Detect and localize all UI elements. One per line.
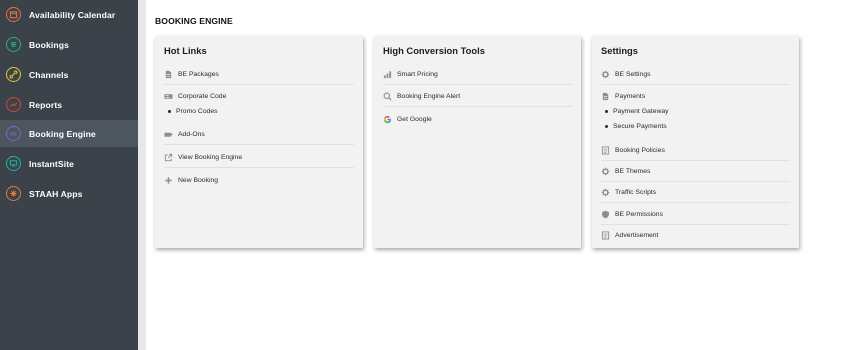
- link-label: Payment Gateway: [613, 108, 669, 115]
- sidebar-item-availability-calendar[interactable]: Availability Calendar: [0, 1, 138, 28]
- corporate-code-link[interactable]: Corporate Code: [164, 86, 354, 107]
- hot-links-card: Hot Links BE Packages Corporate Code Pro…: [155, 36, 363, 248]
- sidebar: Availability Calendar Bookings Channels …: [0, 0, 138, 350]
- be-settings-link[interactable]: BE Settings: [601, 64, 790, 85]
- payment-gateway-link[interactable]: Payment Gateway: [605, 105, 669, 118]
- be-permissions-link[interactable]: BE Permissions: [601, 204, 790, 225]
- link-label: Add-Ons: [178, 131, 205, 138]
- add-ons-link[interactable]: Add-Ons: [164, 124, 354, 145]
- calendar-icon: [6, 7, 21, 22]
- high-conversion-tools-card: High Conversion Tools Smart Pricing Book…: [374, 36, 581, 248]
- bookings-icon: [6, 37, 21, 52]
- document-icon: [601, 92, 610, 101]
- gear-icon: [601, 188, 610, 197]
- link-label: Secure Payments: [613, 123, 667, 130]
- google-icon: [383, 115, 392, 124]
- gear-icon: [601, 70, 610, 79]
- link-label: Booking Engine Alert: [397, 93, 461, 100]
- sidebar-item-staah-apps[interactable]: STAAH Apps: [0, 180, 138, 207]
- bullet: [605, 110, 608, 113]
- card-title: Settings: [601, 45, 638, 56]
- card-title: High Conversion Tools: [383, 45, 485, 56]
- bullet: [605, 125, 608, 128]
- sidebar-item-label: Reports: [29, 99, 63, 110]
- traffic-scripts-link[interactable]: Traffic Scripts: [601, 182, 790, 203]
- svg-text:BE: BE: [10, 131, 16, 136]
- sidebar-item-instantsite[interactable]: InstantSite: [0, 150, 138, 177]
- link-label: Corporate Code: [178, 93, 227, 100]
- link-icon: [6, 67, 21, 82]
- apps-icon: [6, 186, 21, 201]
- link-label: Smart Pricing: [397, 71, 438, 78]
- link-label: New Booking: [178, 177, 219, 184]
- link-label: Payments: [615, 93, 646, 100]
- smart-pricing-link[interactable]: Smart Pricing: [383, 64, 572, 85]
- be-themes-link[interactable]: BE Themes: [601, 161, 790, 182]
- policy-icon: [601, 231, 610, 240]
- pricing-icon: [383, 70, 392, 79]
- booking-policies-link[interactable]: Booking Policies: [601, 140, 790, 161]
- settings-card: Settings BE Settings Payments Payment Ga…: [592, 36, 799, 248]
- sidebar-gutter: [138, 0, 146, 350]
- sidebar-item-label: Availability Calendar: [29, 9, 116, 20]
- page-title: BOOKING ENGINE: [155, 16, 233, 26]
- bullet: [168, 110, 171, 113]
- id-card-icon: [164, 92, 173, 101]
- sidebar-item-reports[interactable]: Reports: [0, 91, 138, 118]
- reports-icon: [6, 97, 21, 112]
- gear-icon: [601, 167, 610, 176]
- payments-link[interactable]: Payments: [601, 86, 790, 107]
- get-google-link[interactable]: Get Google: [383, 109, 572, 130]
- link-label: BE Packages: [178, 71, 219, 78]
- sidebar-item-label: Bookings: [29, 39, 69, 50]
- be-packages-link[interactable]: BE Packages: [164, 64, 354, 85]
- booking-engine-alert-link[interactable]: Booking Engine Alert: [383, 86, 572, 107]
- link-label: BE Themes: [615, 168, 651, 175]
- link-label: Booking Policies: [615, 147, 665, 154]
- sidebar-item-channels[interactable]: Channels: [0, 61, 138, 88]
- plus-icon: [164, 176, 173, 185]
- external-link-icon: [164, 153, 173, 162]
- advertisement-link[interactable]: Advertisement: [601, 225, 790, 246]
- view-booking-engine-link[interactable]: View Booking Engine: [164, 147, 354, 168]
- magnifier-icon: [383, 92, 392, 101]
- policy-icon: [601, 146, 610, 155]
- link-label: View Booking Engine: [178, 154, 243, 161]
- sidebar-item-label: Booking Engine: [29, 128, 96, 139]
- monitor-icon: [6, 156, 21, 171]
- secure-payments-link[interactable]: Secure Payments: [605, 120, 667, 133]
- shield-icon: [601, 210, 610, 219]
- link-label: Traffic Scripts: [615, 189, 657, 196]
- sidebar-item-label: InstantSite: [29, 158, 75, 169]
- link-label: Advertisement: [615, 232, 659, 239]
- sidebar-item-label: STAAH Apps: [29, 188, 83, 199]
- link-label: Promo Codes: [176, 108, 218, 115]
- sidebar-item-booking-engine[interactable]: BE Booking Engine: [0, 120, 138, 147]
- add-ons-icon: [164, 130, 173, 139]
- link-label: Get Google: [397, 116, 432, 123]
- main-content: BOOKING ENGINE Hot Links BE Packages Cor…: [146, 0, 865, 350]
- link-label: BE Permissions: [615, 211, 663, 218]
- promo-codes-link[interactable]: Promo Codes: [168, 105, 218, 118]
- card-title: Hot Links: [164, 45, 207, 56]
- link-label: BE Settings: [615, 71, 651, 78]
- sidebar-item-bookings[interactable]: Bookings: [0, 31, 138, 58]
- new-booking-link[interactable]: New Booking: [164, 170, 354, 191]
- be-icon: BE: [6, 126, 21, 141]
- document-icon: [164, 70, 173, 79]
- sidebar-item-label: Channels: [29, 69, 69, 80]
